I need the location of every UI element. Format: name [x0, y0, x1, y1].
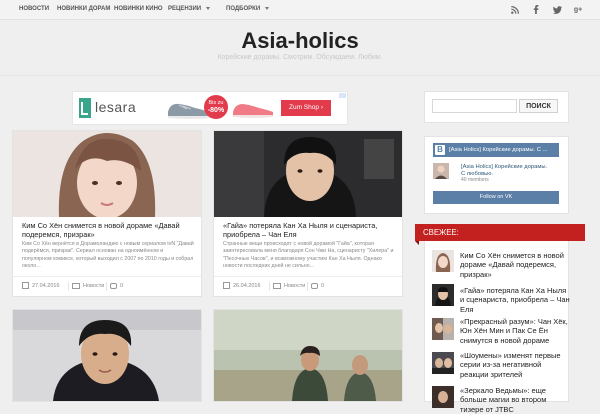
ad-shop-button-label: Zum Shop	[289, 104, 319, 111]
ad-banner[interactable]: lesara Bis zu -80% Zum Shop ›	[72, 91, 348, 125]
vk-header-text: [Asia Holics] Корейские дорамы. С ...	[449, 147, 548, 153]
article-card[interactable]	[213, 309, 403, 402]
article-card[interactable]: Ким Со Хён снимется в новой дораме «Дава…	[12, 130, 202, 297]
nav-item-label: Новости	[19, 6, 50, 12]
article-category[interactable]: Новости	[72, 282, 104, 291]
meta-separator	[68, 282, 69, 291]
meta-separator	[307, 282, 308, 291]
card-divider	[214, 276, 402, 277]
chevron-down-icon	[206, 6, 211, 10]
fresh-item-title[interactable]: «Гайа» потеряла Кан Ха Ныля и сценариста…	[460, 286, 570, 314]
ad-choices-icon[interactable]	[339, 93, 346, 98]
nav-item-news[interactable]: Новости	[19, 0, 49, 19]
folder-icon	[72, 282, 80, 289]
fresh-item-thumbnail[interactable]	[432, 386, 454, 408]
article-date-text: 27.04.2016	[32, 283, 60, 289]
vk-members-count: 40 members	[461, 177, 489, 183]
discount-badge-line2: -80%	[207, 106, 225, 114]
article-date: 26.04.2016	[223, 282, 261, 291]
nav-item-label: Подборки	[226, 6, 261, 12]
vk-group-name-line1: [Asia Holics] Корейские дорамы.	[461, 164, 548, 170]
vk-group-name[interactable]: [Asia Holics] Корейские дорамы. С любовь…	[461, 164, 559, 178]
article-image[interactable]	[13, 310, 201, 401]
article-comments-count: 0	[321, 283, 325, 289]
article-image[interactable]	[13, 131, 201, 217]
article-date: 27.04.2016	[22, 282, 60, 291]
article-category-text: Новости	[83, 283, 105, 289]
rss-icon[interactable]	[505, 0, 525, 19]
meta-separator	[106, 282, 107, 291]
comment-icon	[311, 282, 318, 289]
article-date-text: 26.04.2016	[233, 283, 261, 289]
chevron-down-icon	[265, 6, 270, 10]
facebook-icon[interactable]	[526, 0, 546, 19]
article-category[interactable]: Новости	[273, 282, 305, 291]
discount-badge: Bis zu -80%	[204, 95, 228, 119]
sneaker-image	[231, 98, 276, 120]
site-title[interactable]: Asia-holics	[0, 28, 600, 54]
fresh-item-thumbnail[interactable]	[432, 352, 454, 374]
ribbon-fold	[415, 241, 419, 245]
fresh-item-title[interactable]: «Шоумены» изменят первые серии из-за нег…	[460, 351, 570, 379]
article-category-text: Новости	[284, 283, 306, 289]
fresh-posts-title: СВЕЖЕЕ:	[423, 228, 459, 237]
fresh-item-title[interactable]: Ким Со Хён снимется в новой дораме «Дава…	[460, 251, 570, 279]
calendar-icon	[22, 282, 29, 290]
nav-item-label: Рецензии	[168, 6, 202, 12]
fresh-item-thumbnail[interactable]	[432, 250, 454, 272]
article-title[interactable]: Ким Со Хён снимется в новой дораме «Дава…	[22, 221, 194, 239]
article-card[interactable]	[12, 309, 202, 402]
nav-item-label: Новинки дорам	[57, 6, 111, 12]
article-image[interactable]	[214, 131, 402, 217]
article-card[interactable]: «Гайа» потеряла Кан Ха Ныля и сценариста…	[213, 130, 403, 297]
vk-widget-header[interactable]: В [Asia Holics] Корейские дорамы. С ...	[433, 143, 559, 157]
article-image[interactable]	[214, 310, 402, 401]
folder-icon	[273, 282, 281, 289]
ad-brand: lesara	[95, 99, 137, 115]
google-plus-icon[interactable]: g+	[568, 0, 588, 19]
nav-item-new-movies[interactable]: Новинки кино	[114, 0, 163, 19]
comment-icon	[110, 282, 117, 289]
site-tagline: Корейские дорамы. Смотрим. Обсуждаем. Лю…	[217, 54, 383, 61]
article-comments-count: 0	[120, 283, 124, 289]
article-comments[interactable]: 0	[110, 282, 123, 291]
article-comments[interactable]: 0	[311, 282, 324, 291]
search-input[interactable]	[432, 99, 517, 113]
nav-item-reviews[interactable]: Рецензии	[168, 0, 211, 19]
nav-item-collections[interactable]: Подборки	[226, 0, 270, 19]
card-divider	[13, 276, 201, 277]
ad-shop-arrow: ›	[320, 104, 323, 111]
article-excerpt: Ким Со Хён вернётся в Дорамоландию с нов…	[22, 241, 194, 269]
lesara-logo-icon	[79, 98, 91, 118]
twitter-icon[interactable]	[547, 0, 567, 19]
meta-separator	[269, 282, 270, 291]
fresh-item-title[interactable]: «Прекрасный разум»: Чан Хёк, Юн Хён Мин …	[460, 317, 570, 345]
ad-shop-button[interactable]: Zum Shop ›	[281, 100, 331, 116]
fresh-item-thumbnail[interactable]	[432, 284, 454, 306]
article-title[interactable]: «Гайа» потеряла Кан Ха Ныля и сценариста…	[223, 221, 395, 239]
calendar-icon	[223, 282, 230, 290]
nav-item-label: Новинки кино	[114, 6, 163, 12]
vk-follow-button[interactable]: Follow on VK	[433, 191, 559, 204]
vk-group-avatar[interactable]	[433, 163, 449, 179]
vk-logo-icon: В	[435, 145, 445, 155]
header-divider	[0, 75, 600, 76]
article-excerpt: Странные вещи происходят с новой дорамой…	[223, 241, 394, 269]
search-button[interactable]: ПОИСК	[519, 99, 558, 113]
fresh-item-thumbnail[interactable]	[432, 318, 454, 340]
nav-item-new-dramas[interactable]: Новинки дорам	[57, 0, 110, 19]
